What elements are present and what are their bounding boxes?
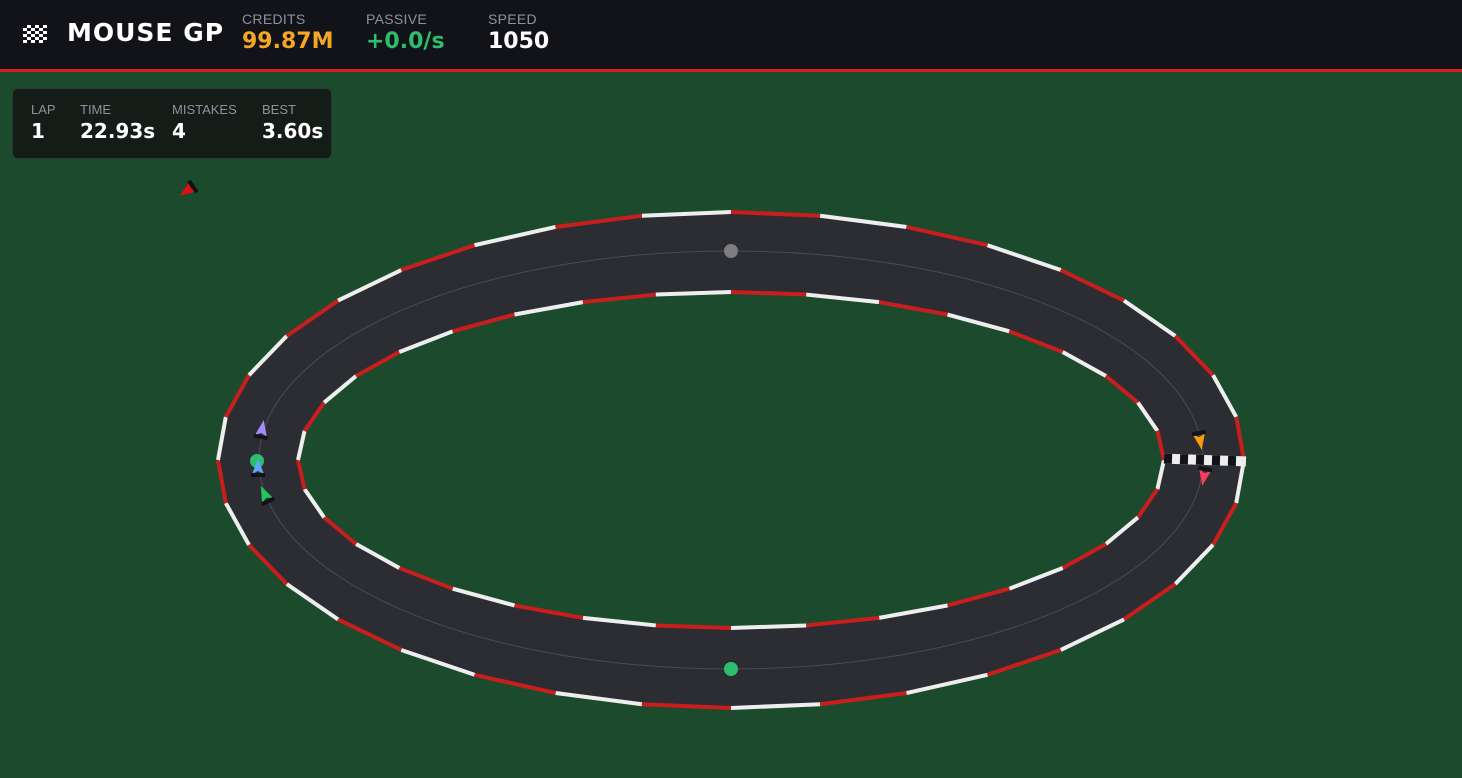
time-value: 22.93s	[80, 119, 156, 143]
best-stat: BEST 3.60s	[262, 102, 323, 143]
checkpoint-top	[724, 244, 738, 258]
time-stat: TIME 22.93s	[80, 102, 155, 143]
time-label: TIME	[80, 102, 112, 117]
passive-value: +0.0/s	[366, 29, 445, 54]
speed-stat: SPEED 1050	[488, 11, 549, 54]
game-title: MOUSE GP	[67, 18, 225, 47]
credits-stat: CREDITS 99.87M	[242, 11, 333, 54]
lap-value: 1	[31, 119, 45, 143]
passive-label: PASSIVE	[366, 11, 427, 27]
top-bar: MOUSE GP CREDITS 99.87M PASSIVE +0.0/s S…	[0, 0, 1462, 72]
speed-value: 1050	[488, 29, 550, 54]
best-label: BEST	[262, 102, 296, 117]
lap-hud: LAP 1 TIME 22.93s MISTAKES 4 BEST 3.60s	[12, 88, 332, 159]
lap-label: LAP	[31, 102, 56, 117]
lap-stat: LAP 1	[31, 102, 56, 143]
inner-kerb-segment	[655, 290, 732, 297]
mistakes-value: 4	[172, 119, 186, 143]
inner-kerb-segment	[655, 623, 732, 630]
checkered-flag-icon	[23, 25, 47, 43]
speed-label: SPEED	[488, 11, 537, 27]
credits-value: 99.87M	[242, 29, 334, 54]
mistakes-stat: MISTAKES 4	[172, 102, 237, 143]
inner-kerb-segment	[730, 290, 807, 297]
credits-label: CREDITS	[242, 11, 306, 27]
mistakes-label: MISTAKES	[172, 102, 237, 117]
race-track-canvas[interactable]	[0, 72, 1462, 778]
passive-stat: PASSIVE +0.0/s	[366, 11, 445, 54]
checkpoint-bottom	[724, 662, 738, 676]
inner-kerb-segment	[730, 623, 807, 630]
best-value: 3.60s	[262, 119, 324, 143]
